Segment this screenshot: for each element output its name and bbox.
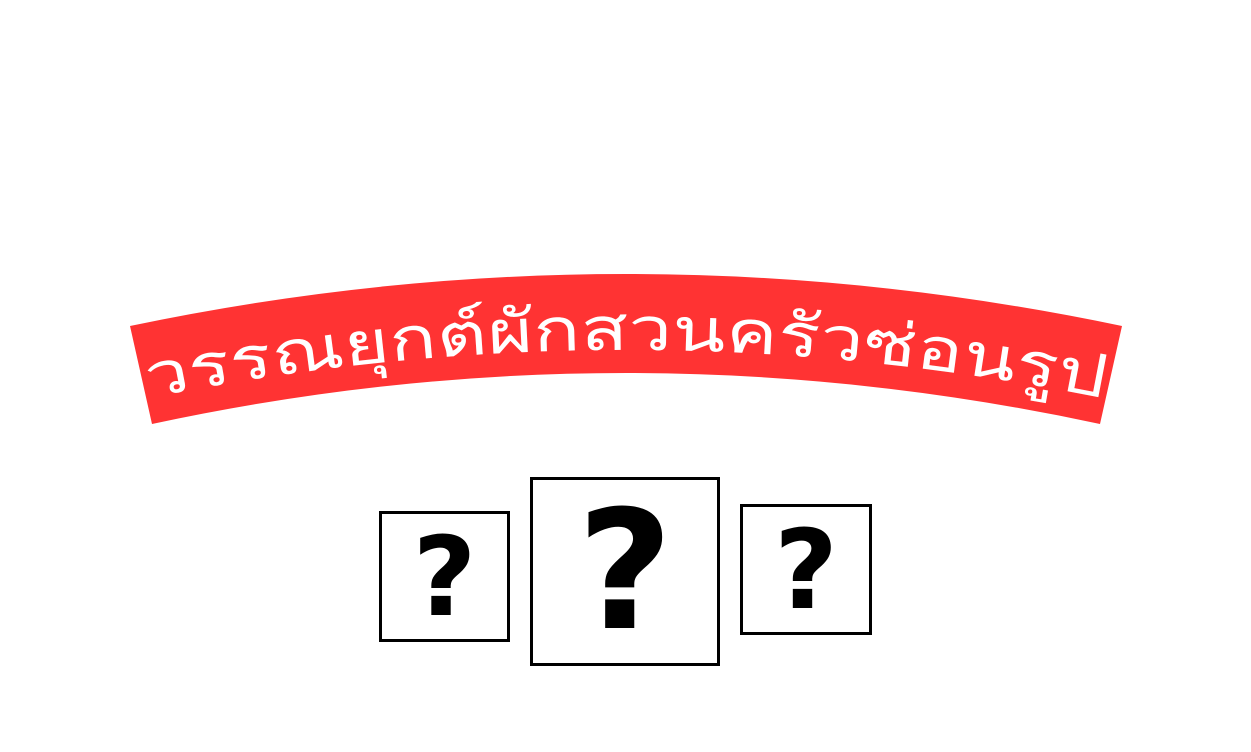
question-mark-icon: ? bbox=[774, 505, 838, 634]
hidden-card-3[interactable]: ? bbox=[740, 504, 872, 635]
question-mark-icon: ? bbox=[577, 475, 673, 667]
hidden-card-1[interactable]: ? bbox=[379, 511, 510, 642]
question-mark-icon: ? bbox=[412, 512, 477, 641]
hidden-card-2[interactable]: ? bbox=[530, 477, 720, 666]
